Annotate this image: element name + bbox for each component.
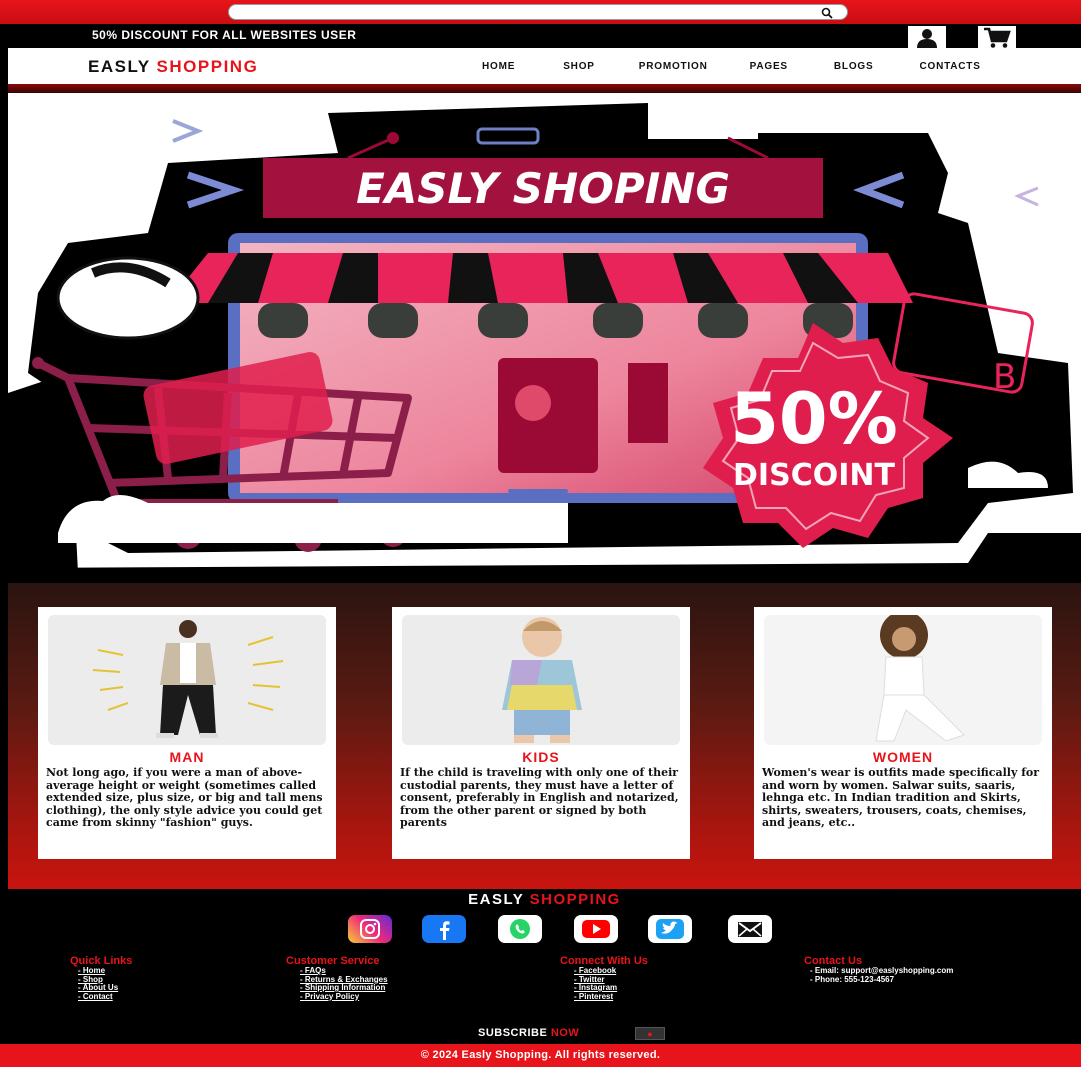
search-bar[interactable] (228, 4, 848, 23)
discount-strip: 50% DISCOUNT FOR ALL WEBSITES USER (8, 24, 1081, 50)
svg-text:B: B (993, 357, 1016, 397)
discount-badge-percent: 50% (730, 378, 898, 460)
category-card-kids[interactable]: KIDS If the child is traveling with only… (392, 607, 690, 859)
youtube-icon[interactable] (574, 915, 618, 943)
nav-shop[interactable]: SHOP (563, 61, 595, 72)
subscribe-label: SUBSCRIBE NOW (478, 1027, 579, 1039)
nav-pages[interactable]: PAGES (750, 61, 788, 72)
footer-link-privacy[interactable]: Privacy Policy (300, 992, 388, 1002)
category-card-man[interactable]: MAN Not long ago, if you were a man of a… (38, 607, 336, 859)
footer-link-contact[interactable]: Contact (78, 992, 132, 1002)
footer-brand-part1: EASLY (468, 891, 524, 908)
subscribe-button[interactable]: ● (635, 1027, 665, 1040)
category-title-kids: KIDS (522, 749, 560, 765)
cart-icon (984, 27, 1011, 48)
cart-button[interactable] (978, 26, 1016, 50)
footer: EASLY SHOPPING Quick Links Home Shop Abo… (8, 889, 1081, 1044)
category-title-man: MAN (169, 749, 205, 765)
kids-photo (402, 615, 680, 745)
whatsapp-icon[interactable] (498, 915, 542, 943)
category-text-kids: If the child is traveling with only one … (400, 766, 679, 829)
category-title-women: WOMEN (872, 749, 934, 765)
account-button[interactable] (908, 26, 946, 50)
footer-brand: EASLY SHOPPING (8, 891, 1081, 908)
nav-promotion[interactable]: PROMOTION (639, 61, 708, 72)
discount-badge-label: DISCOINT (733, 458, 895, 493)
footer-contact-phone: Phone: 555-123-4567 (810, 975, 953, 985)
user-icon (917, 29, 937, 48)
top-bar (0, 0, 1081, 24)
search-icon[interactable] (821, 7, 833, 19)
footer-quick-links: Quick Links Home Shop About Us Contact (70, 955, 132, 1001)
mail-icon[interactable] (728, 915, 772, 943)
search-input[interactable] (239, 8, 809, 23)
nav-blogs[interactable]: BLOGS (834, 61, 874, 72)
category-text-man: Not long ago, if you were a man of above… (46, 766, 323, 829)
main-nav: EASLY SHOPPING HOME SHOP PROMOTION PAGES… (8, 48, 1081, 84)
category-section: MAN Not long ago, if you were a man of a… (8, 583, 1081, 889)
hero-banner[interactable]: EASLY SHOPING B 50% DISCOINT (8, 93, 1081, 583)
instagram-icon[interactable] (348, 915, 392, 943)
category-card-women[interactable]: WOMEN Women's wear is outfits made speci… (754, 607, 1052, 859)
man-photo (48, 615, 326, 745)
footer-brand-part2: SHOPPING (529, 891, 621, 908)
footer-link-pinterest[interactable]: Pinterest (574, 992, 648, 1002)
footer-contact: Contact Us Email: support@easlyshopping.… (804, 955, 953, 984)
subscribe-part2: NOW (550, 1027, 580, 1039)
hero-banner-text: EASLY SHOPING (356, 164, 730, 213)
footer-connect: Connect With Us Facebook Twitter Instagr… (560, 955, 648, 1001)
women-photo (764, 615, 1042, 745)
twitter-icon[interactable] (648, 915, 692, 943)
brand-part1: EASLY (88, 57, 151, 76)
nav-contacts[interactable]: CONTACTS (919, 61, 980, 72)
subscribe-part1: SUBSCRIBE (478, 1027, 548, 1039)
hero-illustration: EASLY SHOPING B 50% DISCOINT (8, 103, 1081, 583)
promo-text: 50% DISCOUNT FOR ALL WEBSITES USER (92, 28, 357, 42)
brand-logo[interactable]: EASLY SHOPPING (88, 57, 258, 77)
footer-customer-service: Customer Service FAQs Returns & Exchange… (286, 955, 388, 1001)
nav-home[interactable]: HOME (482, 61, 515, 72)
category-text-women: Women's wear is outfits made specificall… (762, 766, 1040, 829)
facebook-icon[interactable] (422, 915, 466, 943)
copyright-bar: © 2024 Easly Shopping. All rights reserv… (0, 1044, 1081, 1067)
nav-menu: HOME SHOP PROMOTION PAGES BLOGS CONTACTS (482, 61, 981, 72)
nav-divider (8, 84, 1081, 93)
brand-part2: SHOPPING (156, 57, 259, 76)
